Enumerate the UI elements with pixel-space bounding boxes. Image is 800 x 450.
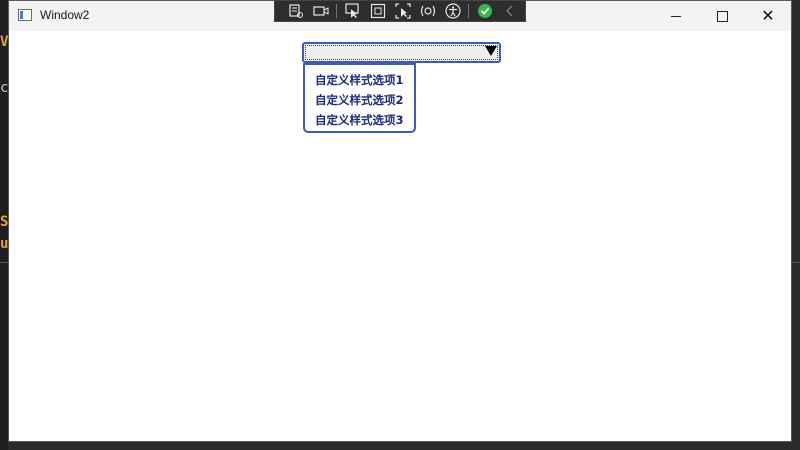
close-icon: ✕ — [761, 6, 775, 25]
collapse-icon[interactable] — [497, 1, 522, 21]
combobox-dropdown: 自定义样式选项1 自定义样式选项2 自定义样式选项3 — [303, 63, 416, 133]
background-divider — [792, 262, 800, 263]
app-window: Window2 ✕ 自定义样式选项1 自定义样式选项2 自定义样式选项3 — [8, 0, 792, 442]
display-layout-adorners-icon[interactable] — [365, 1, 390, 21]
checked-icon[interactable] — [472, 1, 497, 21]
app-icon — [18, 9, 32, 21]
track-focus-icon[interactable] — [390, 1, 415, 21]
select-element-icon[interactable] — [340, 1, 365, 21]
maximize-icon — [716, 10, 728, 22]
maximize-button[interactable] — [699, 1, 745, 31]
binding-failures-icon[interactable] — [415, 1, 440, 21]
dropdown-option[interactable]: 自定义样式选项2 — [315, 90, 404, 110]
dropdown-arrow-icon[interactable] — [485, 46, 497, 56]
dropdown-option[interactable]: 自定义样式选项3 — [315, 110, 404, 130]
close-button[interactable]: ✕ — [745, 1, 791, 31]
minimize-icon — [671, 15, 681, 17]
record-icon[interactable] — [308, 1, 333, 21]
background-divider — [0, 262, 8, 263]
live-visual-tree-icon[interactable] — [283, 1, 308, 21]
toolbar-separator — [468, 4, 469, 18]
debug-toolbar — [274, 0, 526, 22]
window-title: Window2 — [40, 8, 90, 22]
dropdown-option[interactable]: 自定义样式选项1 — [315, 70, 404, 90]
toolbar-separator — [336, 4, 337, 18]
minimize-button[interactable] — [653, 1, 699, 31]
focus-rectangle — [305, 45, 498, 60]
styled-combobox[interactable] — [302, 42, 501, 63]
accessibility-icon[interactable] — [440, 1, 465, 21]
